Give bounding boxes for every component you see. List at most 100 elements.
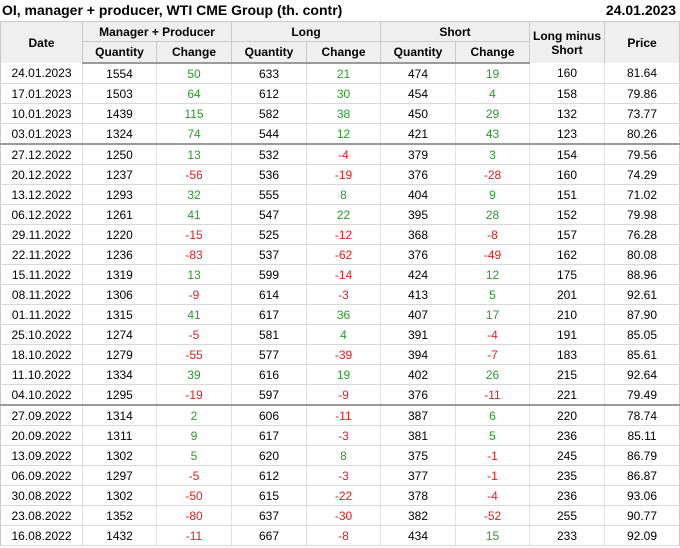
- table-row: 11.10.2022 1334 39 616 19 402 26 215 92.64: [0, 364, 680, 385]
- short-change-cell: 26: [455, 364, 531, 385]
- long-change-cell: 21: [305, 63, 382, 84]
- price-cell: 85.11: [604, 425, 680, 446]
- table-row: 24.01.2023 1554 50 633 21 474 19 160 81.64: [0, 63, 680, 84]
- mp-change-cell: -9: [156, 284, 232, 305]
- date-cell: 15.11.2022: [0, 264, 83, 285]
- short-quantity-cell: 391: [380, 324, 457, 345]
- table-row: 06.12.2022 1261 41 547 22 395 28 152 79.98: [0, 204, 680, 225]
- mp-quantity-cell: 1315: [82, 304, 157, 325]
- table-row: 13.12.2022 1293 32 555 8 404 9 151 71.02: [0, 184, 680, 205]
- long-quantity-cell: 617: [231, 304, 307, 325]
- table-row: 01.11.2022 1315 41 617 36 407 17 210 87.90: [0, 304, 680, 325]
- table-row: 15.11.2022 1319 13 599 -14 424 12 175 88.96: [0, 264, 680, 285]
- mp-change-cell: 74: [156, 123, 232, 145]
- table-row: 13.09.2022 1302 5 620 8 375 -1 245 86.79: [0, 445, 680, 466]
- short-change-cell: -7: [455, 344, 531, 365]
- table-row: 03.01.2023 1324 74 544 12 421 43 123 80.26: [0, 123, 680, 145]
- short-quantity-cell: 474: [380, 63, 457, 84]
- mp-change-cell: 64: [156, 83, 232, 104]
- short-change-cell: 12: [455, 264, 531, 285]
- mp-change-cell: 32: [156, 184, 232, 205]
- long-quantity-cell: 614: [231, 284, 307, 305]
- table-body: 24.01.2023 1554 50 633 21 474 19 160 81.64 17.01.…: [0, 63, 680, 546]
- short-quantity-cell: 368: [380, 224, 457, 245]
- long-change-cell: -22: [305, 485, 382, 506]
- short-quantity-cell: 434: [380, 525, 457, 546]
- date-cell: 30.08.2022: [0, 485, 83, 506]
- price-cell: 79.49: [604, 384, 680, 406]
- long-minus-short-cell: 201: [529, 284, 606, 305]
- short-quantity-cell: 407: [380, 304, 457, 325]
- date-cell: 20.12.2022: [0, 164, 83, 185]
- price-cell: 92.09: [604, 525, 680, 546]
- long-quantity-cell: 597: [231, 384, 307, 406]
- date-cell: 18.10.2022: [0, 344, 83, 365]
- date-cell: 11.10.2022: [0, 364, 83, 385]
- price-cell: 85.61: [604, 344, 680, 365]
- short-change-cell: -1: [455, 465, 531, 486]
- short-quantity-cell: 381: [380, 425, 457, 446]
- mp-change-cell: -11: [156, 525, 232, 546]
- table-row: 27.12.2022 1250 13 532 -4 379 3 154 79.56: [0, 143, 680, 165]
- date-cell: 08.11.2022: [0, 284, 83, 305]
- price-cell: 81.64: [604, 63, 680, 84]
- long-quantity-cell: 582: [231, 103, 307, 124]
- date-cell: 16.08.2022: [0, 525, 83, 546]
- long-quantity-cell: 620: [231, 445, 307, 466]
- header-mp-change: Change: [156, 41, 232, 64]
- long-change-cell: -11: [305, 404, 382, 426]
- table-row: 18.10.2022 1279 -55 577 -39 394 -7 183 85.61: [0, 344, 680, 365]
- long-quantity-cell: 612: [231, 465, 307, 486]
- long-change-cell: -9: [305, 384, 382, 406]
- long-quantity-cell: 544: [231, 123, 307, 145]
- mp-change-cell: -50: [156, 485, 232, 506]
- date-cell: 13.12.2022: [0, 184, 83, 205]
- date-cell: 17.01.2023: [0, 83, 83, 104]
- date-cell: 03.01.2023: [0, 123, 83, 145]
- long-quantity-cell: 547: [231, 204, 307, 225]
- long-quantity-cell: 615: [231, 485, 307, 506]
- mp-quantity-cell: 1236: [82, 244, 157, 265]
- mp-quantity-cell: 1352: [82, 505, 157, 526]
- long-minus-short-cell: 236: [529, 425, 606, 446]
- long-change-cell: 4: [305, 324, 382, 345]
- mp-quantity-cell: 1261: [82, 204, 157, 225]
- mp-change-cell: 41: [156, 304, 232, 325]
- long-change-cell: -30: [305, 505, 382, 526]
- short-change-cell: -4: [455, 485, 531, 506]
- short-change-cell: 6: [455, 404, 531, 426]
- table-row: 20.12.2022 1237 -56 536 -19 376 -28 160 74.29: [0, 164, 680, 185]
- mp-change-cell: -55: [156, 344, 232, 365]
- table-row: 29.11.2022 1220 -15 525 -12 368 -8 157 76.28: [0, 224, 680, 245]
- date-cell: 25.10.2022: [0, 324, 83, 345]
- long-minus-short-cell: 245: [529, 445, 606, 466]
- table-row: 25.10.2022 1274 -5 581 4 391 -4 191 85.05: [0, 324, 680, 345]
- mp-quantity-cell: 1295: [82, 384, 157, 406]
- long-minus-short-cell: 158: [529, 83, 606, 104]
- date-cell: 01.11.2022: [0, 304, 83, 325]
- price-cell: 76.28: [604, 224, 680, 245]
- long-change-cell: -8: [305, 525, 382, 546]
- long-quantity-cell: 599: [231, 264, 307, 285]
- long-minus-short-cell: 151: [529, 184, 606, 205]
- date-cell: 13.09.2022: [0, 445, 83, 466]
- short-change-cell: -4: [455, 324, 531, 345]
- long-minus-short-cell: 210: [529, 304, 606, 325]
- mp-quantity-cell: 1311: [82, 425, 157, 446]
- long-minus-short-cell: 152: [529, 204, 606, 225]
- price-cell: 87.90: [604, 304, 680, 325]
- report-title: OI, manager + producer, WTI CME Group (t…: [2, 2, 343, 18]
- short-quantity-cell: 424: [380, 264, 457, 285]
- price-cell: 74.29: [604, 164, 680, 185]
- long-change-cell: 8: [305, 445, 382, 466]
- short-quantity-cell: 377: [380, 465, 457, 486]
- long-minus-short-cell: 175: [529, 264, 606, 285]
- report-header: OI, manager + producer, WTI CME Group (t…: [0, 0, 680, 20]
- long-minus-short-cell: 160: [529, 164, 606, 185]
- short-quantity-cell: 375: [380, 445, 457, 466]
- long-quantity-cell: 577: [231, 344, 307, 365]
- short-change-cell: -11: [455, 384, 531, 406]
- short-change-cell: 9: [455, 184, 531, 205]
- table-row: 22.11.2022 1236 -83 537 -62 376 -49 162 80.08: [0, 244, 680, 265]
- date-cell: 23.08.2022: [0, 505, 83, 526]
